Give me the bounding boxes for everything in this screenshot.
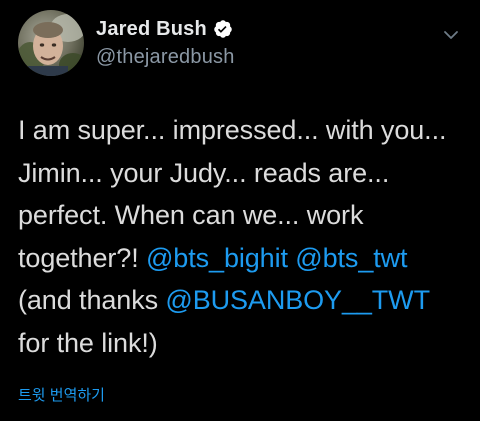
display-name-row: Jared Bush [96, 14, 235, 44]
tweet-line: for the link!) [18, 327, 158, 358]
mention-link-busanboy[interactable]: @BUSANBOY__TWT [165, 285, 430, 315]
tweet-line-text: (and thanks [18, 285, 166, 315]
tweet-line-text: together?! [18, 242, 146, 273]
tweet-line: (and thanks @BUSANBOY__TWT [18, 279, 468, 322]
display-name[interactable]: Jared Bush [96, 18, 207, 41]
user-names: Jared Bush @thejaredbush [96, 14, 235, 69]
mention-link-bts-twt[interactable]: @bts_twt [295, 243, 407, 273]
tweet-line: together?! @bts_bighit @bts_twt [18, 237, 468, 280]
avatar[interactable] [18, 10, 84, 76]
tweet-line: I am super... impressed... with you... [18, 115, 447, 145]
tweet-text: I am super... impressed... with you... J… [18, 109, 468, 364]
profile-photo-icon [18, 10, 84, 76]
tweet-line: Jimin... your Judy... reads are... [18, 157, 390, 188]
user-handle[interactable]: @thejaredbush [96, 46, 235, 69]
translate-tweet-link[interactable]: 트윗 번역하기 [18, 384, 105, 405]
chevron-down-icon[interactable] [440, 24, 462, 46]
tweet-line: perfect. When can we... work [18, 200, 364, 230]
mention-link-bts-bighit[interactable]: @bts_bighit [146, 243, 288, 273]
tweet-header: Jared Bush @thejaredbush [18, 10, 462, 84]
verified-badge-icon [213, 19, 233, 39]
